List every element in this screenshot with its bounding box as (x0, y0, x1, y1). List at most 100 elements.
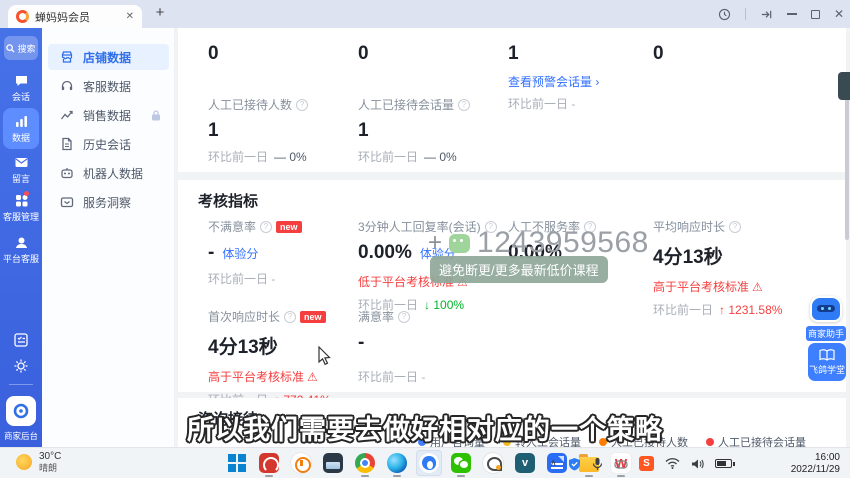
mouse-cursor (318, 346, 332, 366)
taskbar-app-chrome[interactable] (352, 450, 378, 476)
search-label: 搜索 (17, 42, 35, 55)
rail-item-platform-service[interactable]: 平台客服 (0, 234, 42, 265)
sidebar-item-shop-data[interactable]: 店铺数据 (48, 44, 169, 70)
new-tab-button[interactable]: + (150, 4, 170, 21)
windows-start-button[interactable] (224, 450, 250, 476)
info-icon[interactable]: ? (296, 99, 308, 111)
wechat-icon (451, 453, 471, 473)
warning-icon: ⚠ (752, 280, 763, 294)
browser-tab[interactable]: 蝉妈妈会员 ✕ (8, 5, 142, 28)
insight-mail-icon (60, 195, 74, 209)
taskbar-app-chat[interactable] (480, 450, 506, 476)
edge-icon (387, 453, 407, 473)
sidebar-item-history-session[interactable]: 历史会话 (48, 131, 169, 157)
info-icon[interactable]: ? (458, 99, 470, 111)
new-badge: new (300, 311, 326, 323)
taskbar-app-feige-active[interactable] (416, 450, 442, 476)
feige-school-button[interactable]: 飞鸽学堂 (808, 343, 846, 381)
stat-cell: 0 (208, 36, 358, 65)
bar-chart-icon (13, 113, 29, 129)
close-button[interactable]: ✕ (834, 8, 844, 20)
rail-item-service-manage[interactable]: 客服管理 (0, 192, 42, 223)
weather-temp: 30°C (39, 451, 61, 463)
chat-bubble-icon (13, 72, 29, 88)
rail-item-message[interactable]: 留言 (0, 154, 42, 185)
info-icon[interactable]: ? (284, 311, 296, 323)
notification-dot (24, 191, 29, 196)
watermark-pill: 避免断更/更多最新低价课程 (430, 256, 608, 283)
taskbar-app-wechat[interactable] (448, 450, 474, 476)
info-icon[interactable]: ? (260, 221, 272, 233)
stat-value: 0 (653, 43, 664, 65)
info-icon[interactable]: ? (729, 221, 741, 233)
sidebar-item-robot-data[interactable]: 机器人数据 (48, 160, 169, 186)
taskbar-app-teal[interactable]: v (512, 450, 538, 476)
sidebar-item-service-data[interactable]: 客服数据 (48, 73, 169, 99)
view-warning-sessions-link[interactable]: 查看预警会话量 › (508, 75, 599, 89)
clock-time: 16:00 (791, 452, 840, 464)
tray-expand-chevron-icon[interactable]: ∧ (550, 458, 557, 469)
maximize-button[interactable] (811, 10, 820, 19)
checklist-icon[interactable] (13, 332, 29, 348)
volume-icon[interactable] (691, 458, 704, 470)
taskbar-app-netease[interactable] (256, 450, 282, 476)
gear-icon[interactable] (13, 358, 29, 374)
data-sidebar: 店铺数据 客服数据 销售数据 历史会话 机器人数据 服务洞察 (42, 28, 175, 447)
minimize-button[interactable] (787, 13, 797, 15)
merchant-backstage-button[interactable] (6, 396, 36, 426)
chrome-icon (355, 453, 375, 473)
robot-icon (60, 166, 74, 180)
history-icon[interactable] (718, 8, 731, 21)
trend-chart-icon (60, 108, 74, 122)
grid-icon (13, 192, 29, 208)
metric-unsatisfied-rate: 不满意率?new -体验分 环比前一日 - (208, 218, 358, 287)
wifi-icon[interactable] (665, 458, 680, 469)
microphone-icon[interactable] (592, 457, 603, 471)
scrollbar-thumb[interactable] (845, 90, 849, 240)
stat-cell: 0 (653, 36, 803, 65)
sidebar-item-sales-data[interactable]: 销售数据 (48, 102, 169, 128)
taskbar-app-orange[interactable] (288, 450, 314, 476)
experience-score-link[interactable]: 体验分 (222, 245, 258, 262)
controller-icon[interactable] (614, 458, 628, 470)
lock-icon (151, 110, 161, 121)
stat-cell-manual-served-sessions: 人工已接待会话量? 1 环比前一日— 0% (358, 96, 508, 165)
weather-widget[interactable]: 30°C 晴朗 (16, 451, 61, 473)
metric-first-response-time: 首次响应时长?new 4分13秒 高于平台考核标准⚠ 环比前一日↑ 772.41… (208, 308, 358, 408)
document-icon (60, 137, 74, 151)
assistant-robot-icon[interactable] (810, 296, 842, 322)
search-input[interactable]: 搜索 (4, 36, 38, 60)
stat-value: 0 (208, 43, 219, 65)
merchant-assistant-button[interactable]: 商家助手 (806, 326, 846, 341)
taskbar-clock[interactable]: 16:00 2022/11/29 (791, 452, 840, 476)
warning-icon: ⚠ (307, 370, 318, 384)
stat-value: 0 (358, 43, 369, 65)
assessment-card: 考核指标 不满意率?new -体验分 环比前一日 - 3分钟人工回复率(会话)?… (178, 180, 846, 392)
rail-item-data[interactable]: 数据 (3, 108, 39, 149)
divider (9, 384, 33, 385)
teal-app-icon: v (515, 453, 535, 473)
section-title: 考核指标 (198, 190, 258, 211)
shield-icon[interactable] (568, 457, 581, 471)
taskbar-app-edge[interactable] (384, 450, 410, 476)
info-icon[interactable]: ? (398, 311, 410, 323)
task-view-icon (323, 453, 343, 473)
metric-satisfaction-rate: 满意率? - 环比前一日 - (358, 308, 508, 385)
sidebar-item-service-insight[interactable]: 服务洞察 (48, 189, 169, 215)
feige-pigeon-icon (419, 453, 439, 473)
video-subtitle: 所以我们需要去做好相对应的一个策略 (187, 408, 663, 447)
battery-icon[interactable] (715, 459, 732, 468)
windows-taskbar: 30°C 晴朗 v W ∧ S (0, 447, 850, 478)
video-control-corner (838, 72, 850, 100)
tab-close-icon[interactable]: ✕ (126, 11, 134, 22)
agent-headset-icon (13, 234, 29, 250)
tab-title: 蝉妈妈会员 (35, 9, 90, 25)
legend-dot (706, 438, 714, 446)
search-icon (6, 44, 15, 53)
sogou-input-icon[interactable]: S (639, 456, 654, 471)
task-view-button[interactable] (320, 450, 346, 476)
stat-cell-manual-served-people: 人工已接待人数? 1 环比前一日— 0% (208, 96, 358, 165)
wechat-icon (449, 234, 470, 253)
rail-item-chat[interactable]: 会话 (0, 72, 42, 103)
popout-icon[interactable] (760, 8, 773, 21)
